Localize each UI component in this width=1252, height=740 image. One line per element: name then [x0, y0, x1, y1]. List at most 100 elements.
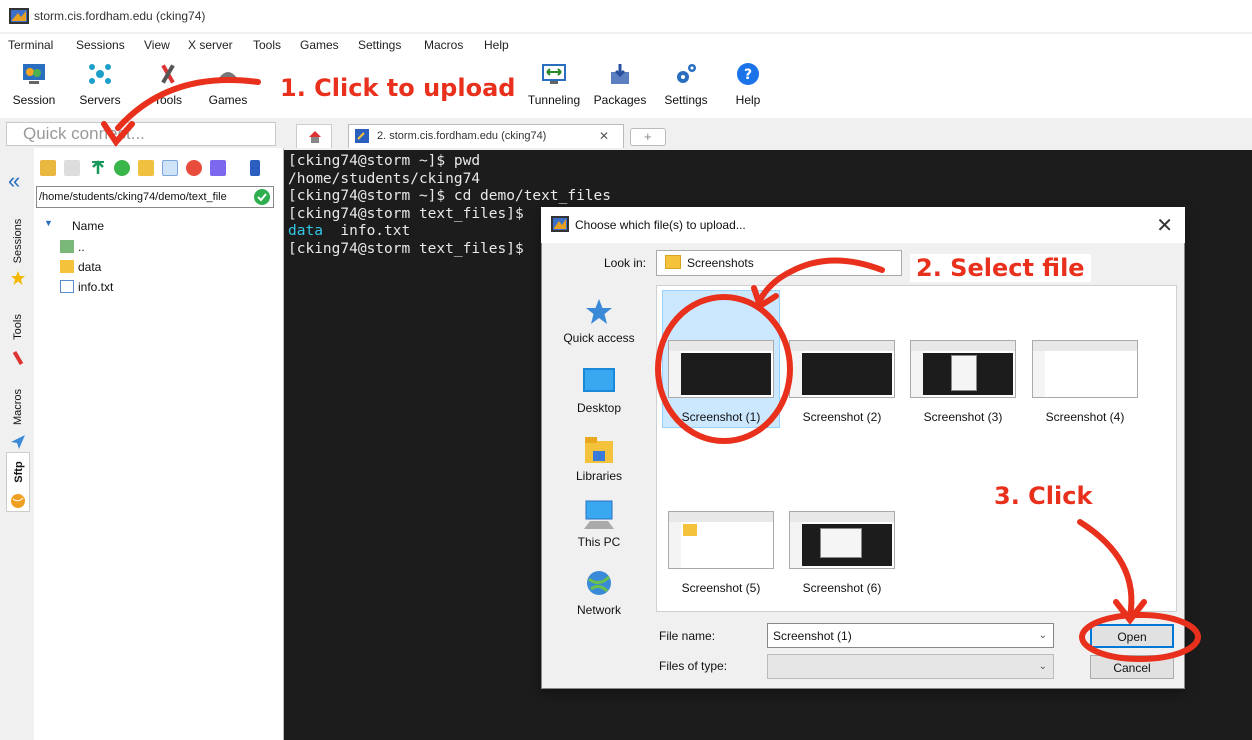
menu-settings[interactable]: Settings — [358, 38, 401, 52]
help-label: Help — [735, 93, 761, 107]
parent-folder-icon[interactable] — [40, 160, 56, 176]
sort-icon[interactable]: ▼ — [44, 218, 53, 228]
text-file-icon — [60, 280, 74, 293]
path-ok-icon[interactable] — [254, 189, 270, 205]
packages-icon — [611, 64, 629, 84]
star-icon — [586, 299, 612, 324]
games-button[interactable]: Games — [200, 60, 256, 116]
place-label: This PC — [577, 535, 621, 549]
file-list-header: ▼ Name — [36, 214, 276, 234]
file-item-screenshot-4[interactable]: Screenshot (4) — [1026, 340, 1144, 424]
mobaxterm-app-icon — [9, 8, 29, 24]
sftp-path-input[interactable]: /home/students/cking74/demo/text_file — [36, 186, 274, 208]
file-item-screenshot-5[interactable]: Screenshot (5) — [662, 511, 780, 595]
file-item-screenshot-1[interactable]: Screenshot (1) — [662, 340, 780, 424]
servers-button[interactable]: Servers — [72, 60, 128, 116]
upload-icon[interactable] — [90, 160, 106, 176]
filter-icon[interactable] — [250, 160, 260, 176]
new-tab-button[interactable]: + — [630, 128, 666, 146]
side-tab-strip: « Sessions Tools Macros Sftp — [0, 160, 34, 740]
file-name-input[interactable]: Screenshot (1) ⌄ — [767, 623, 1054, 648]
file-item-screenshot-6[interactable]: Screenshot (6) — [783, 511, 901, 595]
menu-help[interactable]: Help — [484, 38, 509, 52]
folder-icon — [665, 255, 681, 269]
dialog-close-icon[interactable]: ✕ — [1156, 213, 1173, 238]
file-name: .. — [78, 240, 85, 254]
file-thumbnail — [668, 340, 774, 398]
libraries-icon — [585, 437, 613, 463]
menu-games[interactable]: Games — [300, 38, 339, 52]
desktop-icon — [583, 368, 615, 392]
file-row[interactable]: data — [60, 260, 101, 278]
help-button[interactable]: ? Help — [722, 60, 774, 116]
rename-icon[interactable] — [210, 160, 226, 176]
chevron-down-icon[interactable]: ⌄ — [1039, 630, 1047, 641]
sftp-side-tab[interactable]: Sftp — [6, 452, 30, 512]
menu-view[interactable]: View — [144, 38, 170, 52]
parent-folder-icon — [60, 240, 74, 253]
star-icon — [11, 271, 25, 285]
step1-annotation: 1. Click to upload — [276, 74, 520, 102]
file-item-label: Screenshot (3) — [923, 410, 1003, 424]
new-file-icon[interactable] — [162, 160, 178, 176]
tools-side-tab[interactable]: Tools — [6, 300, 30, 368]
sftp-browser-panel — [34, 148, 284, 740]
file-type-dropdown[interactable]: ⌄ — [767, 654, 1054, 679]
refresh-icon[interactable] — [114, 160, 130, 176]
look-in-value: Screenshots — [687, 256, 754, 270]
settings-button[interactable]: Settings — [656, 60, 716, 116]
session-button[interactable]: Session — [6, 60, 62, 116]
look-in-dropdown[interactable]: Screenshots — [656, 250, 902, 276]
folder-icon — [60, 260, 74, 273]
place-desktop[interactable]: Desktop — [550, 367, 648, 415]
session-tab[interactable]: 2. storm.cis.fordham.edu (cking74) ✕ — [348, 124, 624, 148]
place-label: Quick access — [563, 331, 635, 345]
sftp-toolbar — [36, 156, 280, 182]
chevron-down-icon[interactable]: ⌄ — [1039, 661, 1047, 672]
cancel-button[interactable]: Cancel — [1090, 655, 1174, 679]
collapse-sidebar-icon[interactable]: « — [8, 168, 20, 194]
close-tab-icon[interactable]: ✕ — [599, 129, 609, 143]
step3-annotation: 3. Click — [990, 482, 1097, 510]
session-icon — [23, 64, 45, 84]
quick-connect-input[interactable]: Quick connect... — [6, 122, 276, 146]
file-thumbnail — [789, 511, 895, 569]
file-thumbnail — [910, 340, 1016, 398]
place-libraries[interactable]: Libraries — [550, 435, 648, 483]
tunneling-button[interactable]: Tunneling — [524, 60, 584, 116]
sessions-tab-label: Sessions — [12, 218, 24, 264]
packages-label: Packages — [593, 93, 647, 107]
menu-sessions[interactable]: Sessions — [76, 38, 125, 52]
dialog-title: Choose which file(s) to upload... — [575, 218, 746, 232]
file-thumbnail — [1032, 340, 1138, 398]
tools-icon — [161, 64, 175, 84]
tunneling-icon — [542, 64, 566, 84]
terminal-line: [cking74@storm ~]$ cd demo/text_files — [288, 188, 612, 204]
name-column-header[interactable]: Name — [72, 219, 104, 233]
home-icon — [309, 131, 321, 143]
menu-tools[interactable]: Tools — [253, 38, 281, 52]
menu-x-server[interactable]: X server — [188, 38, 233, 52]
home-folder-icon[interactable] — [64, 160, 80, 176]
file-row[interactable]: info.txt — [60, 280, 113, 298]
new-folder-icon[interactable] — [138, 160, 154, 176]
main-toolbar: Session Servers Tools Games Tunneling Pa… — [0, 56, 1252, 118]
packages-button[interactable]: Packages — [590, 60, 650, 116]
place-quick-access[interactable]: Quick access — [550, 297, 648, 345]
file-item-screenshot-3[interactable]: Screenshot (3) — [904, 340, 1022, 424]
file-name-value: Screenshot (1) — [773, 629, 852, 643]
menu-macros[interactable]: Macros — [424, 38, 463, 52]
tools-button[interactable]: Tools — [140, 60, 196, 116]
menu-terminal[interactable]: Terminal — [8, 38, 53, 52]
file-row[interactable]: .. — [60, 240, 85, 258]
place-network[interactable]: Network — [550, 569, 648, 617]
file-item-screenshot-2[interactable]: Screenshot (2) — [783, 340, 901, 424]
place-this-pc[interactable]: This PC — [550, 499, 648, 549]
menu-bar: Terminal Sessions View X server Tools Ga… — [0, 34, 1252, 56]
open-button[interactable]: Open — [1090, 624, 1174, 648]
delete-icon[interactable] — [186, 160, 202, 176]
svg-text:?: ? — [744, 67, 752, 83]
home-tab[interactable] — [296, 124, 332, 148]
tools-icon — [12, 350, 24, 366]
sessions-side-tab[interactable]: Sessions — [6, 204, 30, 286]
